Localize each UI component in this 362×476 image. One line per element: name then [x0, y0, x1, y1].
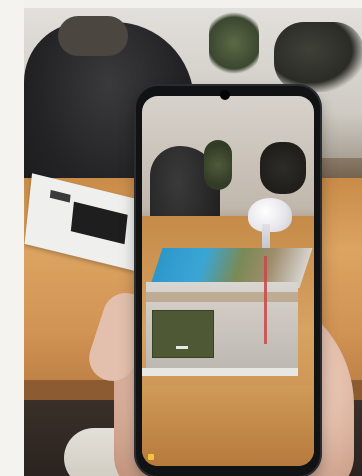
ar-rock-strata	[146, 292, 298, 302]
ar-info-panel	[152, 310, 214, 358]
handout-text-block	[49, 189, 71, 203]
background-people	[274, 22, 362, 92]
photo-frame	[0, 0, 362, 476]
ar-panel-text	[176, 346, 188, 349]
person-head	[58, 16, 128, 56]
left-border	[0, 0, 24, 476]
app-icon[interactable]	[148, 454, 154, 460]
background-plant	[209, 8, 259, 78]
ar-volcano-model[interactable]	[142, 96, 314, 466]
smartphone	[136, 86, 320, 476]
handout-image	[70, 201, 128, 245]
front-camera	[220, 90, 230, 100]
classroom-photo	[24, 8, 362, 476]
ar-eruption-plume	[248, 198, 292, 232]
ar-model-base	[142, 368, 298, 376]
ar-magma-conduit	[264, 256, 267, 344]
phone-screen[interactable]	[142, 96, 314, 466]
